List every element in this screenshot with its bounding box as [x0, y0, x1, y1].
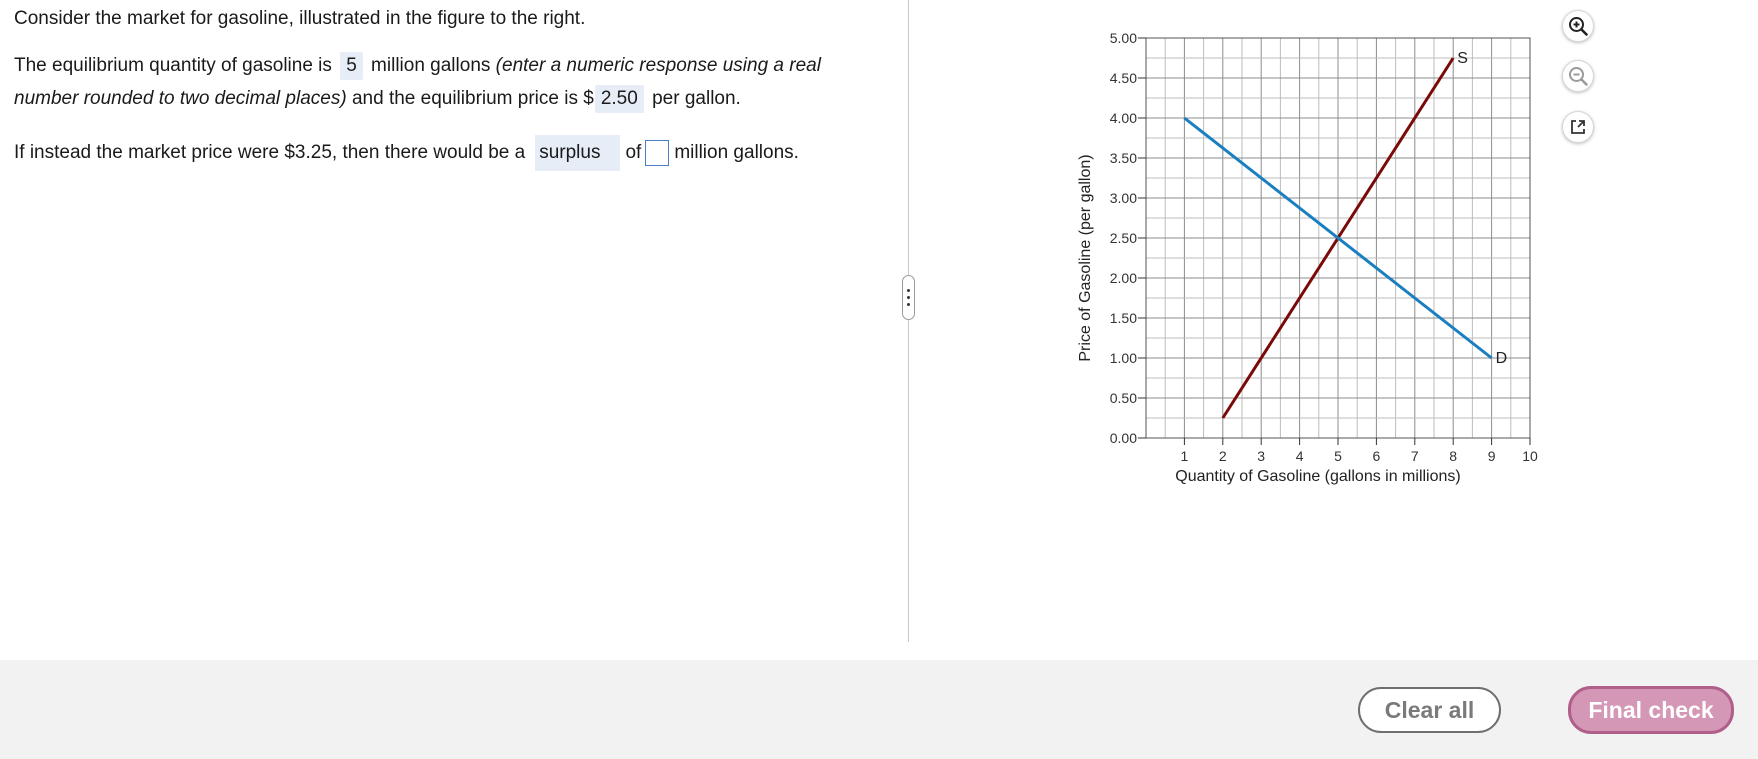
external-link-icon: [1571, 120, 1585, 134]
eq-price-answer[interactable]: 2.50: [594, 85, 644, 113]
zoom-in-button[interactable]: [1562, 10, 1594, 42]
question-intro: Consider the market for gasoline, illust…: [14, 8, 586, 29]
eq-text-2: million gallons: [371, 55, 491, 76]
surplus-shortage-dropdown[interactable]: surplus: [535, 135, 621, 171]
y-tick-label: 2.00: [1110, 270, 1137, 286]
surplus-amount-input[interactable]: [645, 139, 670, 166]
question-pane: Consider the market for gasoline, illust…: [0, 0, 905, 660]
x-tick-label: 5: [1334, 448, 1342, 464]
eq-text-4: per gallon.: [652, 88, 741, 109]
eq-text-1: The equilibrium quantity of gasoline is: [14, 55, 332, 76]
y-tick-label: 4.50: [1110, 70, 1137, 86]
x-tick-label: 9: [1488, 448, 1496, 464]
surplus-text-3: million gallons.: [674, 142, 799, 163]
x-tick-label: 6: [1373, 448, 1381, 464]
final-check-button[interactable]: Final check: [1568, 686, 1734, 734]
y-tick-label: 0.00: [1110, 430, 1137, 446]
eq-text-3: and the equilibrium price is $: [351, 88, 594, 109]
zoom-out-icon: [1569, 67, 1588, 86]
equilibrium-sentence-cont: number rounded to two decimal places) an…: [14, 82, 741, 115]
clear-all-button[interactable]: Clear all: [1358, 687, 1501, 733]
y-axis-label: Price of Gasoline (per gallon): [1077, 154, 1094, 361]
supply-demand-chart: 0.00 0.50 1.00 1.50 2.00 2.50 3.00 3.50 4.00 4.50…: [1060, 20, 1580, 505]
eq-instruction-b: number rounded to two decimal places): [14, 88, 347, 109]
y-tick-label: 3.50: [1110, 150, 1137, 166]
eq-quantity-answer[interactable]: 5: [340, 52, 363, 80]
pane-divider: [908, 0, 909, 642]
grip-dot: [907, 289, 910, 292]
y-tick-label: 2.50: [1110, 230, 1137, 246]
x-tick-label: 2: [1219, 448, 1227, 464]
x-tick-label: 4: [1296, 448, 1304, 464]
x-tick-label: 1: [1181, 448, 1189, 464]
surplus-text-1: If instead the market price were $3.25, …: [14, 142, 526, 163]
equilibrium-sentence: The equilibrium quantity of gasoline is …: [14, 49, 821, 82]
y-tick-label: 5.00: [1110, 30, 1137, 46]
x-tick-label: 8: [1449, 448, 1457, 464]
surplus-sentence: If instead the market price were $3.25, …: [14, 135, 799, 171]
y-tick-label: 0.50: [1110, 390, 1137, 406]
eq-instruction-a: (enter a numeric response using a real: [495, 55, 821, 76]
x-tick-label: 10: [1522, 448, 1538, 464]
x-tick-label: 7: [1411, 448, 1419, 464]
grip-dot: [907, 303, 910, 306]
zoom-in-icon: [1569, 17, 1588, 36]
y-tick-label: 1.50: [1110, 310, 1137, 326]
grip-dot: [907, 296, 910, 299]
surplus-text-2: of: [625, 142, 642, 163]
supply-curve-label: S: [1457, 50, 1468, 67]
x-tick-label: 3: [1257, 448, 1265, 464]
zoom-out-button[interactable]: [1562, 60, 1594, 92]
y-tick-label: 1.00: [1110, 350, 1137, 366]
chart-svg[interactable]: 0.00 0.50 1.00 1.50 2.00 2.50 3.00 3.50 4.00 4.50…: [1060, 20, 1580, 500]
popout-button[interactable]: [1562, 111, 1594, 143]
splitter-handle[interactable]: [902, 275, 915, 320]
y-tick-label: 4.00: [1110, 110, 1137, 126]
x-axis-label: Quantity of Gasoline (gallons in million…: [1175, 468, 1460, 485]
y-tick-label: 3.00: [1110, 190, 1137, 206]
demand-curve-label: D: [1496, 350, 1508, 367]
